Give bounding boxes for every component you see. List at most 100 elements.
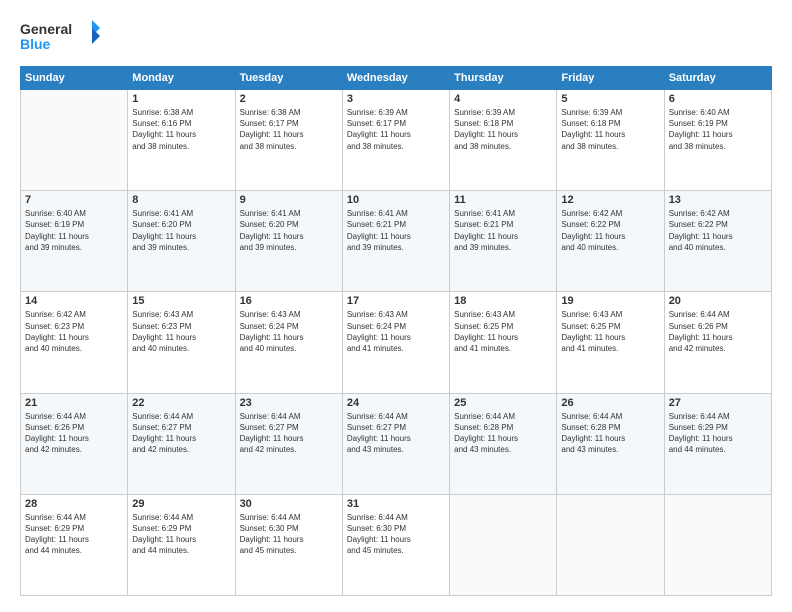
day-info: Sunrise: 6:39 AMSunset: 6:18 PMDaylight:… xyxy=(454,107,552,152)
day-info: Sunrise: 6:43 AMSunset: 6:25 PMDaylight:… xyxy=(454,309,552,354)
calendar-header-row: SundayMondayTuesdayWednesdayThursdayFrid… xyxy=(21,67,772,90)
calendar-day-cell xyxy=(557,494,664,595)
day-number: 18 xyxy=(454,295,552,307)
day-number: 1 xyxy=(132,93,230,105)
day-number: 6 xyxy=(669,93,767,105)
day-number: 28 xyxy=(25,498,123,510)
calendar-day-cell: 16Sunrise: 6:43 AMSunset: 6:24 PMDayligh… xyxy=(235,292,342,393)
calendar-day-cell: 2 Sunrise: 6:38 AMSunset: 6:17 PMDaylight… xyxy=(235,90,342,191)
day-number: 22 xyxy=(132,397,230,409)
calendar-day-cell xyxy=(450,494,557,595)
logo: General Blue xyxy=(20,16,100,56)
day-number: 30 xyxy=(240,498,338,510)
calendar-day-cell: 12Sunrise: 6:42 AMSunset: 6:22 PMDayligh… xyxy=(557,191,664,292)
calendar-day-header: Sunday xyxy=(21,67,128,90)
logo-svg: General Blue xyxy=(20,16,100,56)
calendar-day-cell: 10 Sunrise: 6:41 AMSunset: 6:21 PMDayligh… xyxy=(342,191,449,292)
calendar-day-cell: 25 Sunrise: 6:44 AMSunset: 6:28 PMDayligh… xyxy=(450,393,557,494)
day-info: Sunrise: 6:44 AMSunset: 6:28 PMDaylight:… xyxy=(561,411,659,456)
day-number: 5 xyxy=(561,93,659,105)
day-info: Sunrise: 6:41 AMSunset: 6:21 PMDaylight:… xyxy=(454,208,552,253)
day-info: Sunrise: 6:44 AMSunset: 6:28 PMDaylight:… xyxy=(454,411,552,456)
day-info: Sunrise: 6:43 AMSunset: 6:25 PMDaylight:… xyxy=(561,309,659,354)
calendar-day-cell: 15 Sunrise: 6:43 AMSunset: 6:23 PMDayligh… xyxy=(128,292,235,393)
day-number: 27 xyxy=(669,397,767,409)
day-info: Sunrise: 6:42 AMSunset: 6:23 PMDaylight:… xyxy=(25,309,123,354)
day-number: 25 xyxy=(454,397,552,409)
day-info: Sunrise: 6:44 AMSunset: 6:27 PMDaylight:… xyxy=(347,411,445,456)
day-info: Sunrise: 6:44 AMSunset: 6:30 PMDaylight:… xyxy=(347,512,445,557)
calendar-table: SundayMondayTuesdayWednesdayThursdayFrid… xyxy=(20,66,772,596)
day-info: Sunrise: 6:43 AMSunset: 6:24 PMDaylight:… xyxy=(347,309,445,354)
day-number: 15 xyxy=(132,295,230,307)
day-info: Sunrise: 6:38 AMSunset: 6:16 PMDaylight:… xyxy=(132,107,230,152)
day-number: 2 xyxy=(240,93,338,105)
calendar-day-cell: 5 Sunrise: 6:39 AMSunset: 6:18 PMDaylight… xyxy=(557,90,664,191)
calendar-day-cell: 3 Sunrise: 6:39 AMSunset: 6:17 PMDaylight… xyxy=(342,90,449,191)
header: General Blue xyxy=(20,16,772,56)
calendar-day-cell: 27Sunrise: 6:44 AMSunset: 6:29 PMDayligh… xyxy=(664,393,771,494)
day-number: 10 xyxy=(347,194,445,206)
calendar-day-header: Thursday xyxy=(450,67,557,90)
calendar-day-header: Friday xyxy=(557,67,664,90)
calendar-day-cell: 11Sunrise: 6:41 AMSunset: 6:21 PMDayligh… xyxy=(450,191,557,292)
calendar-day-cell: 28 Sunrise: 6:44 AMSunset: 6:29 PMDayligh… xyxy=(21,494,128,595)
day-info: Sunrise: 6:41 AMSunset: 6:20 PMDaylight:… xyxy=(240,208,338,253)
calendar-day-cell: 17 Sunrise: 6:43 AMSunset: 6:24 PMDayligh… xyxy=(342,292,449,393)
day-number: 7 xyxy=(25,194,123,206)
day-info: Sunrise: 6:41 AMSunset: 6:20 PMDaylight:… xyxy=(132,208,230,253)
day-info: Sunrise: 6:44 AMSunset: 6:26 PMDaylight:… xyxy=(25,411,123,456)
day-number: 4 xyxy=(454,93,552,105)
day-info: Sunrise: 6:44 AMSunset: 6:26 PMDaylight:… xyxy=(669,309,767,354)
calendar-day-cell: 4 Sunrise: 6:39 AMSunset: 6:18 PMDaylight… xyxy=(450,90,557,191)
calendar-day-cell: 14Sunrise: 6:42 AMSunset: 6:23 PMDayligh… xyxy=(21,292,128,393)
day-info: Sunrise: 6:44 AMSunset: 6:27 PMDaylight:… xyxy=(132,411,230,456)
calendar-week-row: 7 Sunrise: 6:40 AMSunset: 6:19 PMDaylight… xyxy=(21,191,772,292)
day-info: Sunrise: 6:41 AMSunset: 6:21 PMDaylight:… xyxy=(347,208,445,253)
calendar-week-row: 1 Sunrise: 6:38 AMSunset: 6:16 PMDaylight… xyxy=(21,90,772,191)
calendar-day-header: Monday xyxy=(128,67,235,90)
day-number: 29 xyxy=(132,498,230,510)
day-number: 19 xyxy=(561,295,659,307)
day-info: Sunrise: 6:42 AMSunset: 6:22 PMDaylight:… xyxy=(561,208,659,253)
calendar-day-cell: 26 Sunrise: 6:44 AMSunset: 6:28 PMDayligh… xyxy=(557,393,664,494)
day-info: Sunrise: 6:44 AMSunset: 6:29 PMDaylight:… xyxy=(132,512,230,557)
calendar-day-cell: 29 Sunrise: 6:44 AMSunset: 6:29 PMDayligh… xyxy=(128,494,235,595)
calendar-day-cell: 18 Sunrise: 6:43 AMSunset: 6:25 PMDayligh… xyxy=(450,292,557,393)
day-info: Sunrise: 6:38 AMSunset: 6:17 PMDaylight:… xyxy=(240,107,338,152)
calendar-day-header: Wednesday xyxy=(342,67,449,90)
day-number: 3 xyxy=(347,93,445,105)
calendar-day-header: Tuesday xyxy=(235,67,342,90)
calendar-day-cell: 22 Sunrise: 6:44 AMSunset: 6:27 PMDayligh… xyxy=(128,393,235,494)
calendar-week-row: 14Sunrise: 6:42 AMSunset: 6:23 PMDayligh… xyxy=(21,292,772,393)
calendar-day-cell xyxy=(21,90,128,191)
day-info: Sunrise: 6:44 AMSunset: 6:27 PMDaylight:… xyxy=(240,411,338,456)
calendar-day-cell: 1 Sunrise: 6:38 AMSunset: 6:16 PMDaylight… xyxy=(128,90,235,191)
calendar-day-cell: 23Sunrise: 6:44 AMSunset: 6:27 PMDayligh… xyxy=(235,393,342,494)
calendar-day-cell: 31 Sunrise: 6:44 AMSunset: 6:30 PMDayligh… xyxy=(342,494,449,595)
day-number: 26 xyxy=(561,397,659,409)
calendar-day-cell: 21 Sunrise: 6:44 AMSunset: 6:26 PMDayligh… xyxy=(21,393,128,494)
day-number: 8 xyxy=(132,194,230,206)
day-info: Sunrise: 6:40 AMSunset: 6:19 PMDaylight:… xyxy=(669,107,767,152)
day-info: Sunrise: 6:39 AMSunset: 6:18 PMDaylight:… xyxy=(561,107,659,152)
day-number: 31 xyxy=(347,498,445,510)
calendar-day-cell: 6 Sunrise: 6:40 AMSunset: 6:19 PMDaylight… xyxy=(664,90,771,191)
day-info: Sunrise: 6:44 AMSunset: 6:29 PMDaylight:… xyxy=(25,512,123,557)
day-info: Sunrise: 6:43 AMSunset: 6:23 PMDaylight:… xyxy=(132,309,230,354)
calendar-day-cell: 7 Sunrise: 6:40 AMSunset: 6:19 PMDaylight… xyxy=(21,191,128,292)
day-number: 20 xyxy=(669,295,767,307)
calendar-week-row: 28 Sunrise: 6:44 AMSunset: 6:29 PMDayligh… xyxy=(21,494,772,595)
day-number: 24 xyxy=(347,397,445,409)
day-info: Sunrise: 6:39 AMSunset: 6:17 PMDaylight:… xyxy=(347,107,445,152)
calendar-day-cell: 24 Sunrise: 6:44 AMSunset: 6:27 PMDayligh… xyxy=(342,393,449,494)
day-number: 21 xyxy=(25,397,123,409)
day-number: 9 xyxy=(240,194,338,206)
calendar-day-cell: 13Sunrise: 6:42 AMSunset: 6:22 PMDayligh… xyxy=(664,191,771,292)
day-info: Sunrise: 6:40 AMSunset: 6:19 PMDaylight:… xyxy=(25,208,123,253)
calendar-day-cell: 9 Sunrise: 6:41 AMSunset: 6:20 PMDaylight… xyxy=(235,191,342,292)
day-info: Sunrise: 6:44 AMSunset: 6:30 PMDaylight:… xyxy=(240,512,338,557)
day-info: Sunrise: 6:42 AMSunset: 6:22 PMDaylight:… xyxy=(669,208,767,253)
calendar-week-row: 21 Sunrise: 6:44 AMSunset: 6:26 PMDayligh… xyxy=(21,393,772,494)
day-number: 17 xyxy=(347,295,445,307)
